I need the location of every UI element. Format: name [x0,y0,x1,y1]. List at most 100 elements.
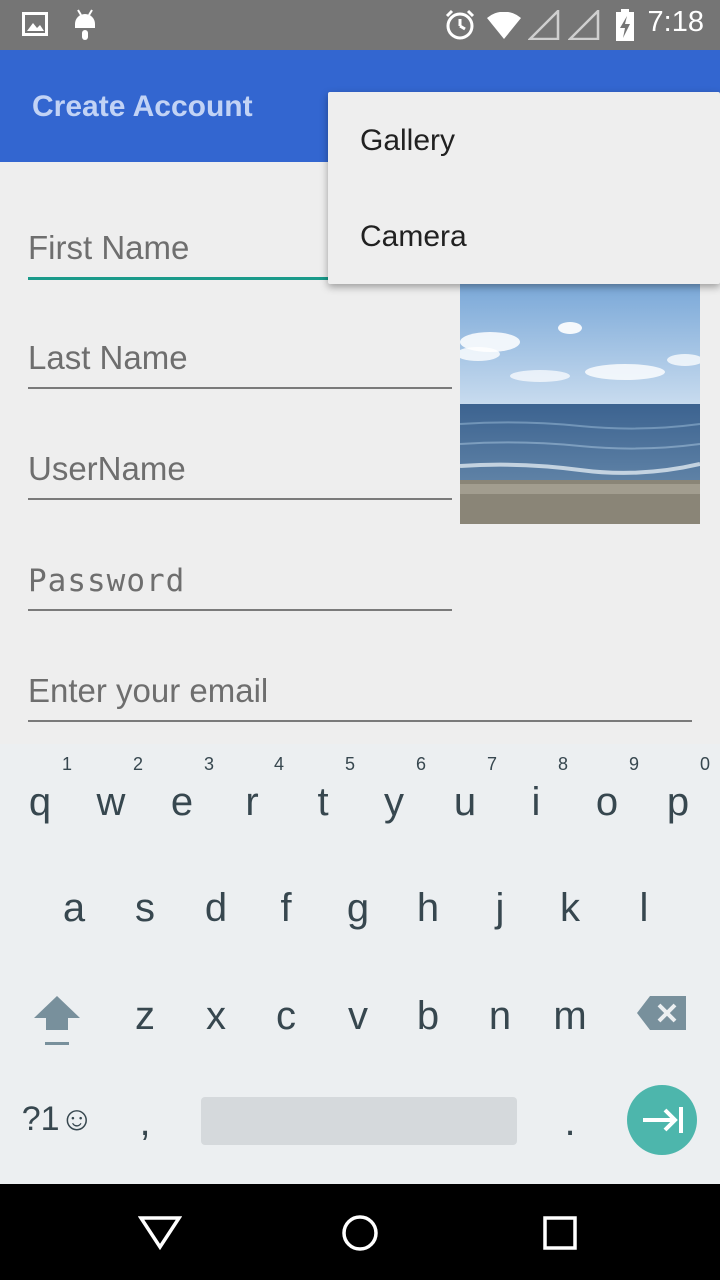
key-label: s [135,886,155,930]
key-hint: 4 [273,754,284,774]
key-hint: 6 [415,754,426,774]
key-a[interactable]: a [44,886,104,931]
key-x[interactable]: x [186,994,246,1039]
key-k[interactable]: k [540,886,600,931]
enter-button[interactable] [627,1085,697,1155]
navigation-bar [0,1184,720,1280]
key-label: t [317,780,329,824]
key-label: u [453,780,477,824]
key-z[interactable]: z [115,994,175,1039]
key-o[interactable]: o9 [577,754,639,825]
menu-item-camera[interactable]: Camera [360,220,467,254]
key-r[interactable]: r4 [222,754,284,825]
signal-icon [528,10,560,40]
android-icon [75,9,95,40]
status-time: 7:18 [647,6,704,38]
next-field-icon [643,1107,683,1133]
key-b[interactable]: b [398,994,458,1039]
recents-icon[interactable] [542,1215,578,1251]
key-l[interactable]: l [614,886,674,931]
key-e[interactable]: e3 [152,754,214,825]
key-label: , [139,1100,151,1144]
password-placeholder: Password [28,563,186,599]
key-label: n [488,994,512,1038]
key-label: h [416,886,440,930]
key-period[interactable]: . [540,1100,600,1145]
shift-icon[interactable] [32,994,82,1048]
backspace-icon[interactable] [636,994,688,1032]
key-u[interactable]: u7 [435,754,497,825]
page-title: Create Account [32,90,253,123]
key-label: z [135,994,155,1038]
key-h[interactable]: h [398,886,458,931]
key-label: q [28,780,52,824]
key-hint: 3 [203,754,214,774]
battery-charging-icon [616,9,634,41]
key-f[interactable]: f [256,886,316,931]
image-icon [22,12,48,36]
username-placeholder: UserName [28,450,186,487]
key-label: d [204,886,228,930]
key-label: i [531,780,541,824]
password-field[interactable]: Password [28,557,452,611]
key-q[interactable]: q1 [10,754,72,825]
key-hint: 0 [699,754,710,774]
key-i[interactable]: i8 [506,754,568,825]
key-hint: 5 [344,754,355,774]
key-j[interactable]: j [470,886,530,931]
email-placeholder: Enter your email [28,672,269,709]
signal-icon-2 [568,10,600,40]
key-p[interactable]: p0 [648,754,710,825]
key-g[interactable]: g [328,886,388,931]
key-d[interactable]: d [186,886,246,931]
key-label: g [346,886,370,930]
key-label: l [639,886,649,930]
key-label: o [595,780,619,824]
wifi-icon [487,12,521,39]
last-name-field[interactable]: Last Name [28,335,452,389]
key-c[interactable]: c [256,994,316,1039]
symbols-key[interactable]: ?1☺ [18,1100,98,1139]
profile-photo[interactable] [460,284,700,524]
key-hint: 8 [557,754,568,774]
home-icon[interactable] [340,1213,380,1253]
key-label: ?1☺ [21,1100,95,1138]
key-label: k [560,886,580,930]
status-bar: 7:18 [0,0,720,50]
key-label: f [280,886,292,930]
menu-item-gallery[interactable]: Gallery [360,124,455,158]
image-source-menu: Gallery Camera [328,92,720,284]
key-comma[interactable]: , [115,1100,175,1145]
key-label: j [495,886,505,930]
first-name-placeholder: First Name [28,229,190,266]
last-name-placeholder: Last Name [28,339,188,376]
key-v[interactable]: v [328,994,388,1039]
key-m[interactable]: m [540,994,600,1039]
key-label: m [553,994,587,1038]
key-hint: 1 [61,754,72,774]
key-label: r [245,780,259,824]
key-label: p [666,780,690,824]
alarm-icon [445,9,475,40]
key-hint: 9 [628,754,639,774]
key-s[interactable]: s [115,886,175,931]
key-label: b [416,994,440,1038]
key-label: y [384,780,404,824]
key-label: a [62,886,86,930]
back-icon[interactable] [138,1214,182,1250]
email-field[interactable]: Enter your email [28,668,692,722]
key-label: c [276,994,296,1038]
key-label: w [96,780,126,824]
key-hint: 7 [486,754,497,774]
username-field[interactable]: UserName [28,446,452,500]
key-n[interactable]: n [470,994,530,1039]
key-y[interactable]: y6 [364,754,426,825]
key-label: v [348,994,368,1038]
spacebar[interactable] [201,1097,517,1145]
key-w[interactable]: w2 [81,754,143,825]
key-hint: 2 [132,754,143,774]
soft-keyboard: q1 w2 e3 r4 t5 y6 u7 i8 o9 p0 a s d f g … [0,744,720,1184]
key-label: x [206,994,226,1038]
key-t[interactable]: t5 [293,754,355,825]
first-name-field[interactable]: First Name [28,225,328,280]
